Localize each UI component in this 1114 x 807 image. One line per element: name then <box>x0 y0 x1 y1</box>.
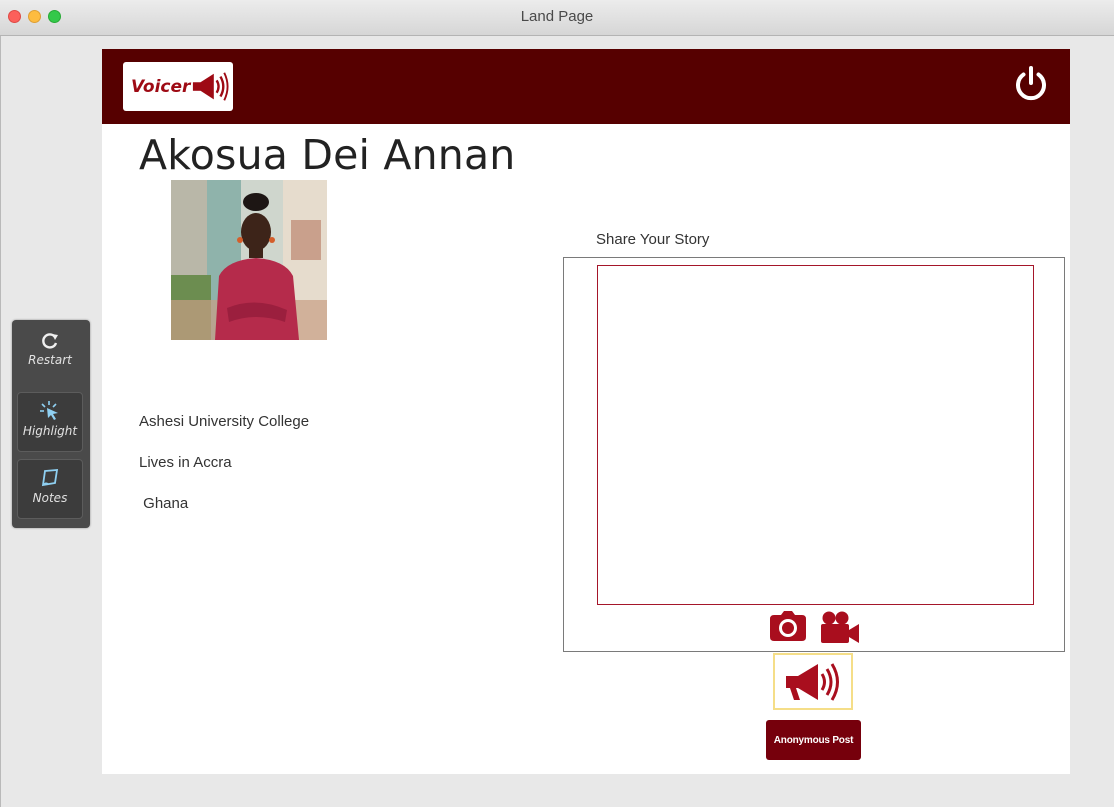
megaphone-icon <box>786 662 839 701</box>
post-megaphone-button[interactable] <box>773 653 853 710</box>
profile-city: Lives in Accra <box>139 454 232 471</box>
land-page: Voicer Akosua Dei Annan Ashesi Universit… <box>102 49 1070 774</box>
profile-country: Ghana <box>139 495 189 512</box>
voicer-logo[interactable]: Voicer <box>123 62 233 111</box>
tools-panel: Restart Highlight Notes <box>12 320 90 528</box>
notes-label: Notes <box>32 491 68 505</box>
restart-icon <box>42 333 58 349</box>
restart-label: Restart <box>28 353 72 367</box>
window-titlebar: Land Page <box>0 0 1114 36</box>
power-icon[interactable] <box>1012 65 1050 103</box>
profile-photo <box>171 180 327 340</box>
megaphone-logo-icon <box>193 71 229 101</box>
profile-name: Akosua Dei Annan <box>139 131 516 179</box>
window-body: Voicer Akosua Dei Annan Ashesi Universit… <box>0 36 1114 807</box>
anonymous-post-button[interactable]: Anonymous Post <box>766 720 861 760</box>
notes-icon <box>41 469 59 487</box>
video-camera-icon[interactable] <box>821 611 859 643</box>
share-story-box <box>563 257 1065 652</box>
highlight-tool-button[interactable]: Highlight <box>17 392 83 452</box>
highlight-label: Highlight <box>22 424 78 438</box>
profile-school: Ashesi University College <box>139 413 310 430</box>
logo-text: Voicer <box>131 76 191 97</box>
profile-photo-image <box>171 180 327 340</box>
window-title: Land Page <box>520 8 594 25</box>
notes-tool-button[interactable]: Notes <box>17 459 83 519</box>
highlight-cursor-icon <box>40 401 58 420</box>
restart-tool-button[interactable]: Restart <box>17 324 83 384</box>
share-story-label: Share Your Story <box>596 231 710 248</box>
app-header: Voicer <box>102 49 1070 124</box>
story-textarea[interactable] <box>597 265 1034 605</box>
camera-icon[interactable] <box>770 611 806 641</box>
